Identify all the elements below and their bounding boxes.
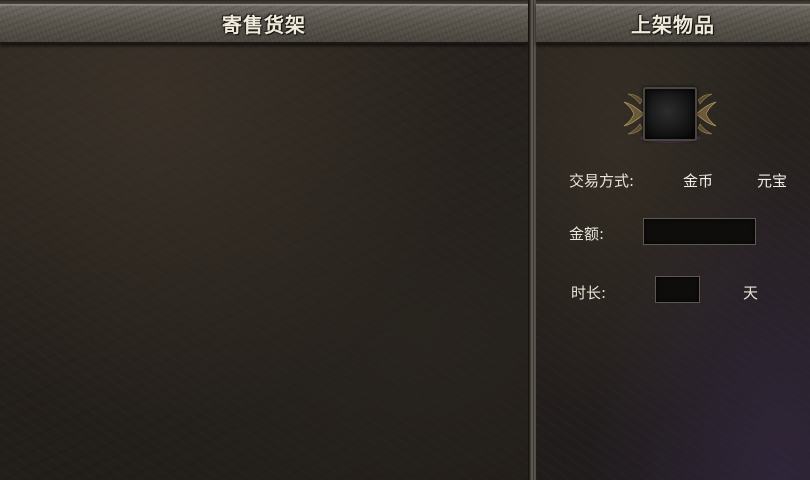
consignment-shelf-list[interactable]	[0, 46, 528, 480]
list-item-title-bar: 上架物品	[536, 4, 810, 44]
consignment-window: 寄售货架 上架物品 交易方式: 金币 元宝 金额: 时长: 天	[0, 0, 810, 480]
duration-unit: 天	[743, 284, 759, 302]
duration-input[interactable]	[655, 276, 700, 303]
trade-option-gold[interactable]: 金币	[683, 170, 713, 191]
item-slot-frame	[622, 82, 718, 146]
consignment-shelf-panel: 寄售货架	[0, 0, 530, 480]
trade-method-label: 交易方式:	[569, 172, 635, 190]
item-slot[interactable]	[643, 87, 697, 141]
trade-option-yuanbao[interactable]: 元宝	[757, 170, 787, 191]
consignment-shelf-title-bar: 寄售货架	[0, 4, 528, 44]
duration-label: 时长:	[571, 284, 607, 302]
list-item-title: 上架物品	[631, 13, 715, 37]
list-item-panel: 上架物品 交易方式: 金币 元宝 金额: 时长: 天	[534, 0, 810, 480]
amount-input[interactable]	[643, 218, 756, 245]
consignment-shelf-title: 寄售货架	[222, 13, 306, 37]
amount-label: 金额:	[569, 225, 605, 243]
